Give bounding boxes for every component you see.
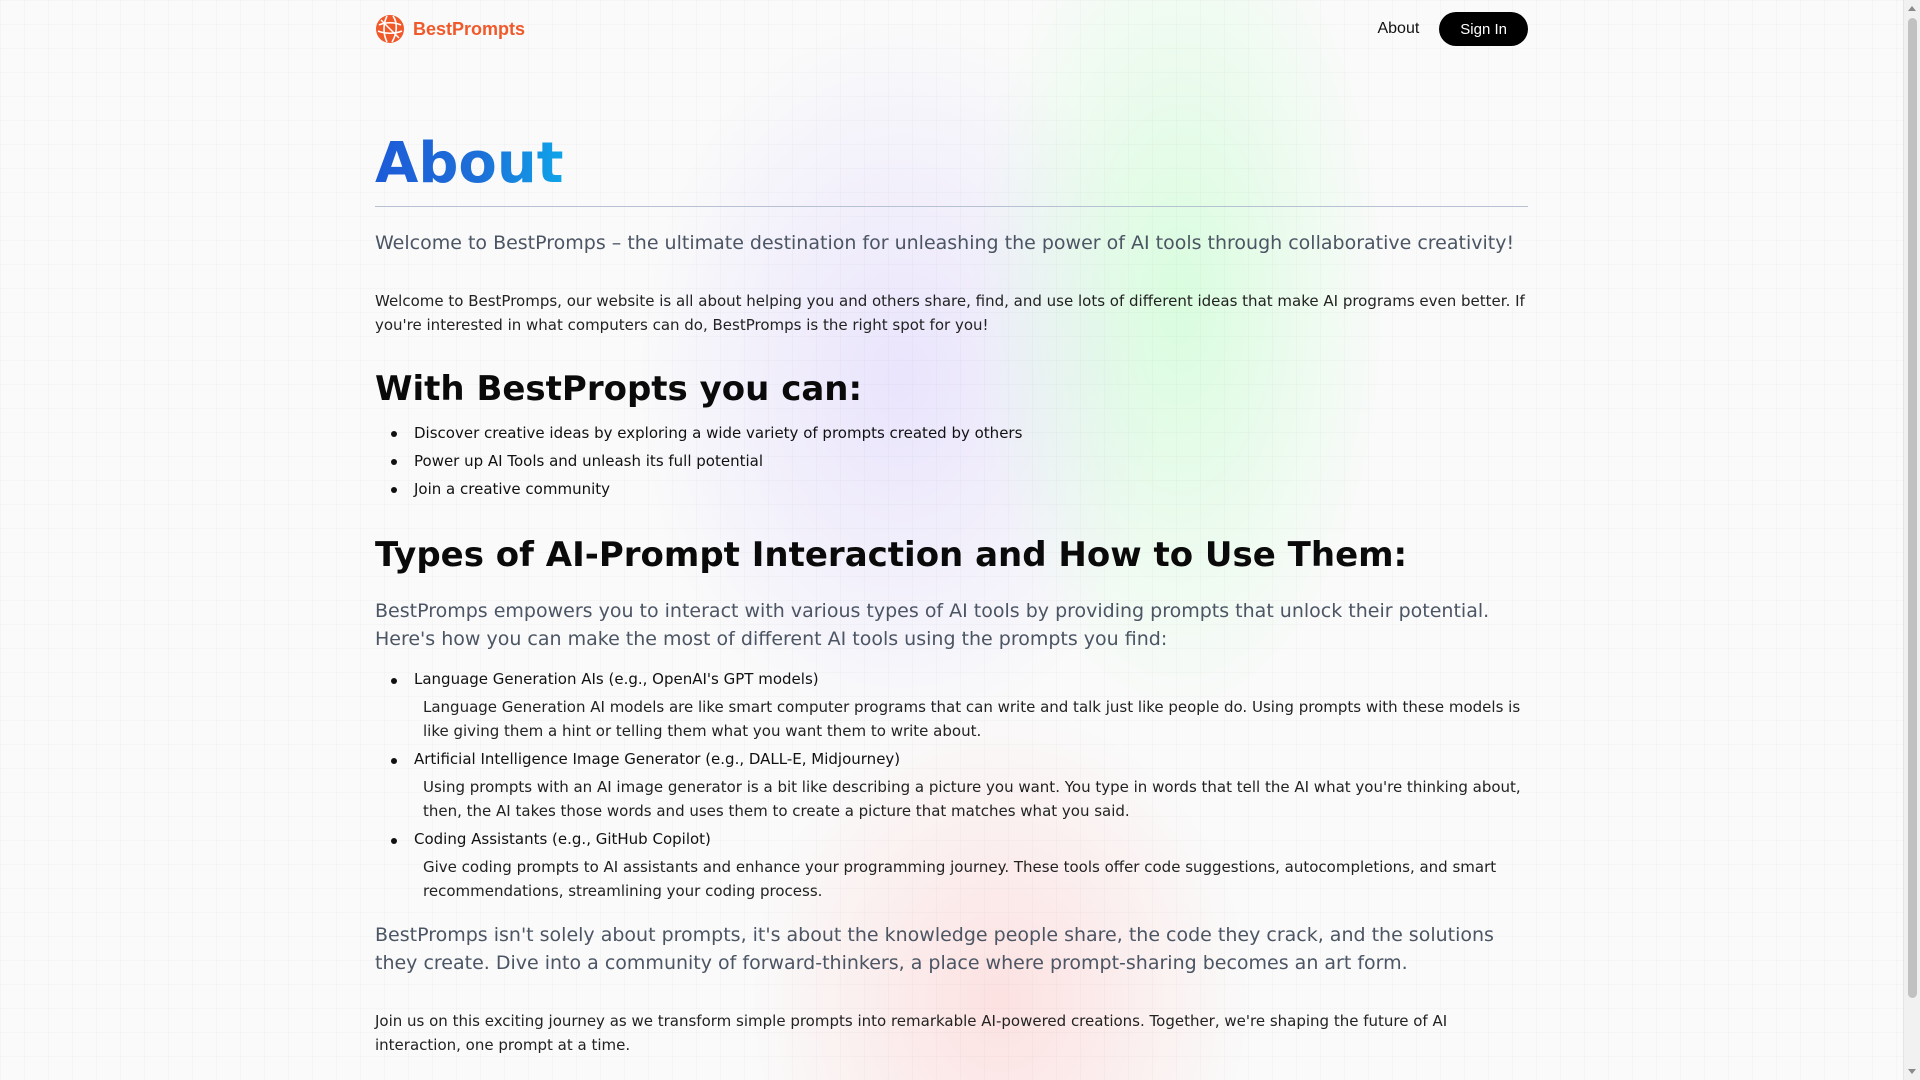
about-content: About Welcome to BestPromps – the ultima…	[375, 128, 1528, 1057]
list-item: Coding Assistants (e.g., GitHub Copilot)…	[375, 827, 1528, 903]
nav-about-link[interactable]: About	[1377, 20, 1419, 38]
features-heading: With BestPropts you can:	[375, 369, 863, 409]
list-item: Language Generation AIs (e.g., OpenAI's …	[375, 667, 1528, 743]
scrollbar-thumb[interactable]	[1908, 18, 1917, 998]
closing-paragraph: Join us on this exciting journey as we t…	[375, 1012, 1448, 1054]
list-item: Power up AI Tools and unleash its full p…	[375, 447, 1528, 475]
brand-name: BestPrompts	[413, 18, 526, 39]
type-description: Using prompts with an AI image generator…	[423, 778, 1521, 820]
page-title: About	[375, 128, 564, 200]
lead-paragraph: Welcome to BestPromps – the ultimate des…	[375, 232, 1515, 254]
scroll-down-icon[interactable]	[1908, 1069, 1916, 1074]
list-item: Join a creative community	[375, 475, 1528, 503]
features-list: Discover creative ideas by exploring a w…	[375, 419, 1528, 503]
brand-home-link[interactable]: BestPrompts	[375, 14, 525, 44]
title-divider	[375, 206, 1528, 207]
types-lead-paragraph: BestPromps empowers you to interact with…	[375, 600, 1490, 650]
type-title: Language Generation AIs (e.g., OpenAI's …	[414, 670, 819, 688]
list-item: Artificial Intelligence Image Generator …	[375, 747, 1528, 823]
top-navbar: BestPrompts About Sign In	[375, 12, 1528, 46]
vertical-scrollbar[interactable]	[1903, 0, 1920, 1080]
sign-in-button[interactable]: Sign In	[1439, 12, 1528, 46]
type-title: Artificial Intelligence Image Generator …	[414, 750, 901, 768]
intro-paragraph: Welcome to BestPromps, our website is al…	[375, 292, 1525, 334]
type-title: Coding Assistants (e.g., GitHub Copilot)	[414, 830, 711, 848]
types-list: Language Generation AIs (e.g., OpenAI's …	[375, 667, 1528, 903]
type-description: Give coding prompts to AI assistants and…	[423, 858, 1497, 900]
globe-logo-icon	[376, 15, 404, 43]
list-item: Discover creative ideas by exploring a w…	[375, 419, 1528, 447]
page-viewport: BestPrompts About Sign In About Welcome …	[0, 0, 1920, 1080]
closing-lead-paragraph: BestPromps isn't solely about prompts, i…	[375, 924, 1494, 974]
types-heading: Types of AI-Prompt Interaction and How t…	[375, 535, 1408, 575]
nav-actions: About Sign In	[1377, 12, 1528, 46]
type-description: Language Generation AI models are like s…	[423, 698, 1521, 740]
scroll-up-icon[interactable]	[1908, 6, 1916, 11]
